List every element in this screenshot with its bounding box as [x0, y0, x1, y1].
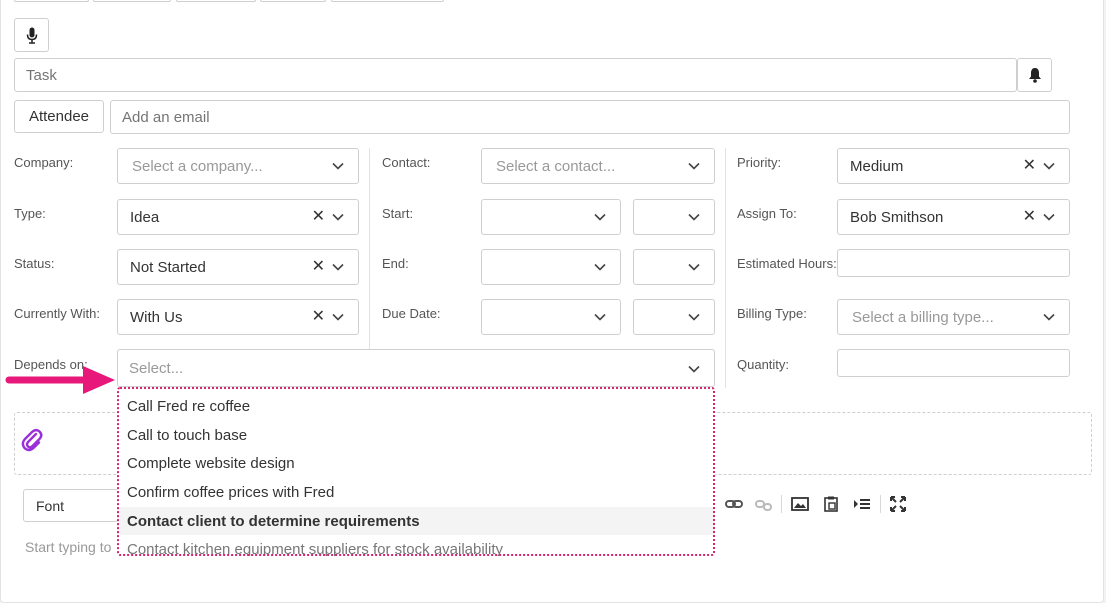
- type-label: Type:: [14, 206, 46, 221]
- assign-to-label: Assign To:: [737, 206, 797, 221]
- attendee-button-label: Attendee: [28, 108, 90, 125]
- company-select[interactable]: Select a company...: [117, 148, 359, 184]
- billing-type-select-placeholder: Select a billing type...: [852, 308, 994, 326]
- chevron-down-icon: [688, 263, 700, 271]
- contact-select[interactable]: Select a contact...: [481, 148, 715, 184]
- editor-placeholder: Start typing to: [25, 539, 112, 555]
- due-time-select[interactable]: [633, 299, 715, 335]
- chevron-down-icon: [1043, 213, 1055, 221]
- font-select-label: Font: [36, 497, 65, 514]
- quantity-input[interactable]: [837, 349, 1070, 377]
- chevron-down-icon: [594, 213, 606, 221]
- top-tab-4[interactable]: [260, 0, 326, 2]
- estimated-hours-label: Estimated Hours:: [737, 256, 837, 271]
- annotation-arrow-icon: [5, 366, 115, 394]
- image-icon[interactable]: [791, 496, 809, 512]
- clear-x-icon[interactable]: ✕: [312, 259, 325, 275]
- priority-select-value: Medium: [850, 157, 904, 175]
- company-label: Company:: [14, 155, 74, 170]
- column-divider-2: [725, 148, 726, 388]
- dropdown-option[interactable]: Contact kitchen equipment suppliers for …: [117, 535, 715, 556]
- type-select-value: Idea: [130, 208, 160, 226]
- quantity-label: Quantity:: [737, 357, 790, 372]
- top-tab-5[interactable]: [331, 0, 444, 2]
- dropdown-option[interactable]: Complete website design: [117, 449, 715, 478]
- chevron-down-icon: [688, 213, 700, 221]
- depends-on-select-placeholder: Select...: [129, 359, 184, 377]
- microphone-icon: [26, 27, 37, 44]
- top-tab-2[interactable]: [93, 0, 171, 2]
- chevron-down-icon: [594, 313, 606, 321]
- chevron-down-icon: [332, 213, 344, 221]
- chevron-down-icon: [332, 162, 344, 170]
- status-label: Status:: [14, 256, 55, 271]
- paperclip-icon: [21, 428, 43, 452]
- status-select-value: Not Started: [130, 258, 206, 276]
- estimated-hours-input[interactable]: [837, 249, 1070, 277]
- indent-icon[interactable]: [853, 496, 871, 512]
- depends-on-select[interactable]: Select...: [117, 349, 715, 387]
- contact-select-placeholder: Select a contact...: [496, 157, 616, 175]
- reminder-bell-button[interactable]: [1017, 58, 1052, 92]
- start-date-select[interactable]: [481, 199, 621, 235]
- chevron-down-icon: [688, 313, 700, 321]
- dropdown-option-highlighted[interactable]: Contact client to determine requirements: [117, 506, 715, 536]
- clear-x-icon[interactable]: ✕: [312, 309, 325, 325]
- due-date-select[interactable]: [481, 299, 621, 335]
- chevron-down-icon: [688, 365, 700, 373]
- task-input[interactable]: [14, 58, 1017, 92]
- toolbar-separator: [781, 495, 782, 513]
- assign-to-select-value: Bob Smithson: [850, 208, 944, 226]
- status-select[interactable]: Not Started ✕: [117, 249, 359, 285]
- chevron-down-icon: [594, 263, 606, 271]
- clear-x-icon[interactable]: ✕: [1023, 209, 1036, 225]
- priority-label: Priority:: [737, 155, 782, 170]
- attendee-email-input[interactable]: [110, 100, 1070, 134]
- end-time-select[interactable]: [633, 249, 715, 285]
- dropdown-option[interactable]: Call Fred re coffee: [117, 392, 715, 421]
- paste-icon[interactable]: [822, 496, 840, 512]
- microphone-button[interactable]: [14, 18, 49, 52]
- link-icon[interactable]: [725, 496, 743, 512]
- assign-to-select[interactable]: Bob Smithson ✕: [837, 199, 1070, 235]
- task-form-panel: Attendee Company: Select a company... Co…: [0, 0, 1104, 603]
- fullscreen-icon[interactable]: [889, 496, 907, 512]
- depends-on-dropdown: Call Fred re coffee Call to touch base C…: [117, 387, 715, 556]
- chevron-down-icon: [332, 263, 344, 271]
- unlink-icon[interactable]: [755, 496, 773, 512]
- chevron-down-icon: [1043, 162, 1055, 170]
- clear-x-icon[interactable]: ✕: [312, 209, 325, 225]
- due-date-label: Due Date:: [382, 306, 441, 321]
- type-select[interactable]: Idea ✕: [117, 199, 359, 235]
- font-select[interactable]: Font: [23, 489, 118, 522]
- currently-with-select[interactable]: With Us ✕: [117, 299, 359, 335]
- contact-label: Contact:: [382, 155, 431, 170]
- end-label: End:: [382, 256, 409, 271]
- dropdown-option[interactable]: Call to touch base: [117, 421, 715, 450]
- chevron-down-icon: [688, 162, 700, 170]
- top-tab-3[interactable]: [176, 0, 256, 2]
- billing-type-label: Billing Type:: [737, 306, 807, 321]
- chevron-down-icon: [332, 313, 344, 321]
- company-select-placeholder: Select a company...: [132, 157, 263, 175]
- start-time-select[interactable]: [633, 199, 715, 235]
- clear-x-icon[interactable]: ✕: [1023, 158, 1036, 174]
- start-label: Start:: [382, 206, 414, 221]
- bell-icon: [1028, 68, 1041, 83]
- toolbar-separator: [880, 495, 881, 513]
- currently-with-select-value: With Us: [130, 308, 183, 326]
- priority-select[interactable]: Medium ✕: [837, 148, 1070, 184]
- billing-type-select[interactable]: Select a billing type...: [837, 299, 1070, 335]
- chevron-down-icon: [1043, 313, 1055, 321]
- end-date-select[interactable]: [481, 249, 621, 285]
- dropdown-option[interactable]: Confirm coffee prices with Fred: [117, 478, 715, 507]
- currently-with-label: Currently With:: [14, 306, 100, 321]
- top-tab-1[interactable]: [14, 0, 89, 2]
- attendee-button[interactable]: Attendee: [14, 100, 104, 133]
